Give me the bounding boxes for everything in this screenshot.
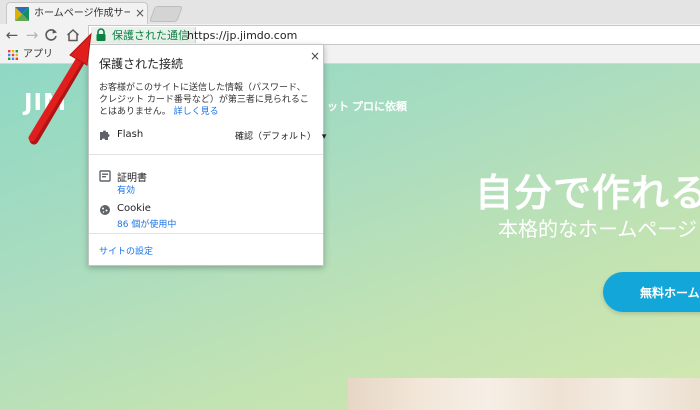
puzzle-icon	[100, 130, 110, 140]
popup-title: 保護された接続	[99, 57, 184, 71]
chevron-down-icon: ▾	[321, 132, 327, 142]
site-info-popup: 保護された接続 × お客様がこのサイトに送信した情報（パスワード、クレジット カ…	[88, 44, 326, 266]
cookie-label: Cookie	[117, 203, 151, 214]
popup-description: お客様がこのサイトに送信した情報（パスワード、クレジット カード番号など）が第三…	[99, 82, 314, 118]
url-text[interactable]: https://jp.jimdo.com	[187, 28, 297, 43]
back-icon[interactable]: ←	[4, 26, 20, 44]
address-bar[interactable]: 保護された通信 https://jp.jimdo.com	[88, 25, 700, 45]
forward-icon[interactable]: →	[24, 26, 40, 44]
tab-close-icon[interactable]: ×	[135, 6, 145, 20]
flash-label: Flash	[117, 129, 144, 140]
flash-permission-select[interactable]: 確認（デフォルト） ▾	[235, 129, 326, 142]
hero-photo	[348, 378, 700, 410]
learn-more-link[interactable]: 詳しく見る	[174, 107, 219, 117]
cookies-in-use-link[interactable]: 86 個が使用中	[117, 217, 176, 230]
browser-toolbar: ← → 保護された通信 https://jp.jimdo.com	[0, 24, 700, 46]
divider	[89, 233, 323, 234]
lock-icon	[96, 28, 106, 41]
jimdo-favicon-icon	[15, 7, 29, 21]
home-icon[interactable]	[66, 28, 80, 42]
certificate-valid-link[interactable]: 有効	[117, 183, 135, 196]
nav-link-fragment[interactable]: ット	[327, 98, 349, 114]
tab-strip: ホームページ作成サービス - J ×	[0, 0, 700, 24]
browser-tab[interactable]: ホームページ作成サービス - J ×	[6, 2, 148, 24]
security-chip[interactable]: 保護された通信	[91, 27, 196, 43]
apps-bookmark[interactable]: アプリ	[23, 48, 53, 61]
signup-cta-button[interactable]: 無料ホーム	[603, 272, 700, 312]
site-settings-link[interactable]: サイトの設定	[99, 244, 153, 257]
hero-title: 自分で作れる	[475, 171, 700, 215]
tab-title: ホームページ作成サービス - J	[34, 8, 130, 19]
security-label: 保護された通信	[112, 29, 189, 42]
close-icon[interactable]: ×	[310, 49, 320, 63]
hero-subtitle: 本格的なホームページ	[498, 217, 697, 241]
jimdo-logo[interactable]: JIM	[24, 90, 67, 116]
cta-label: 無料ホーム	[640, 286, 700, 300]
nav-link-pro[interactable]: プロに依頼	[352, 98, 407, 114]
reload-icon[interactable]	[44, 28, 58, 42]
new-tab-button[interactable]	[149, 6, 183, 22]
flash-permission-value: 確認（デフォルト）	[235, 132, 317, 142]
certificate-icon	[99, 170, 111, 182]
apps-icon[interactable]	[8, 50, 18, 60]
divider	[89, 154, 323, 155]
certificate-label: 証明書	[117, 173, 147, 184]
cookie-icon	[100, 205, 110, 215]
